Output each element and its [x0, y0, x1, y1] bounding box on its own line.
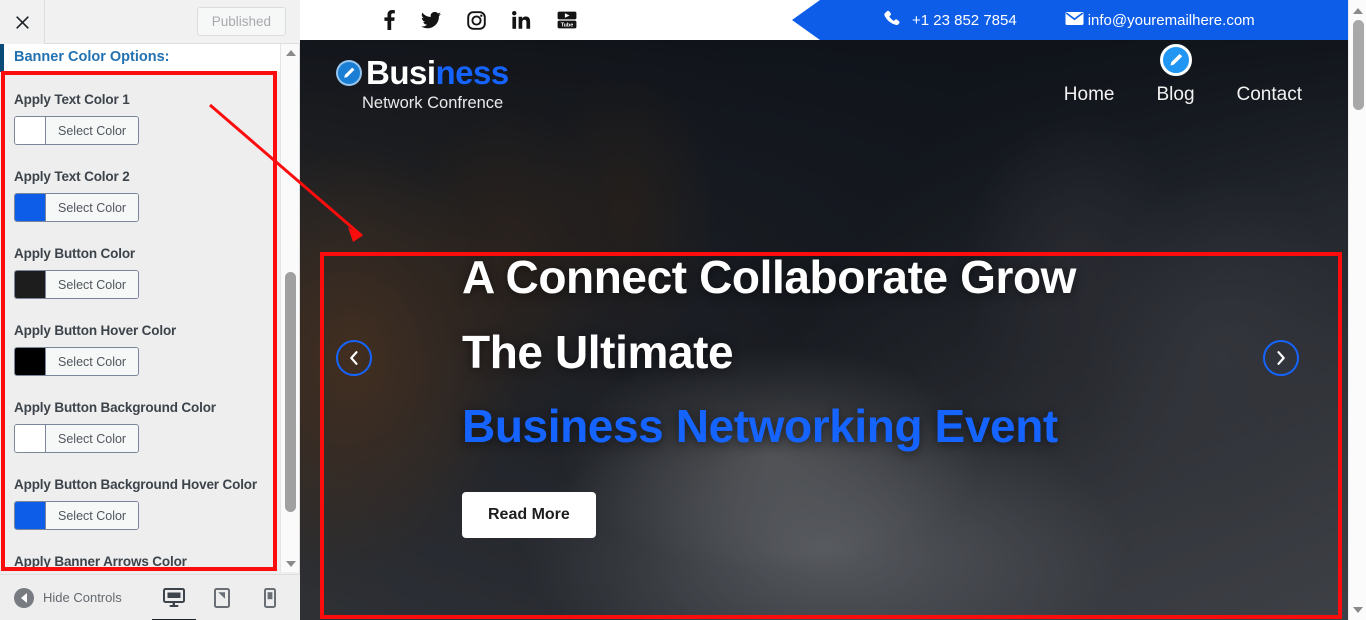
color-swatch[interactable]: [15, 271, 46, 298]
logo-tagline: Network Confrence: [362, 94, 504, 112]
carousel-prev-icon[interactable]: [336, 340, 372, 376]
color-picker-text-2[interactable]: Select Color: [14, 193, 140, 222]
nav-item-label: Blog: [1156, 84, 1195, 105]
select-color-label: Select Color: [46, 502, 139, 529]
site-topbar: Tube +1 23 852 7854 info@youremailhere.c…: [300, 0, 1348, 40]
twitter-icon[interactable]: [421, 11, 441, 29]
hero-heading-line1: A Connect Collaborate Grow: [462, 251, 1077, 303]
select-color-label: Select Color: [46, 348, 139, 375]
hide-controls-button[interactable]: Hide Controls: [0, 587, 162, 608]
color-field-text-2: Apply Text Color 2 Select Color: [0, 169, 281, 226]
color-field-button-bg-hover: Apply Button Background Hover Color Sele…: [0, 477, 281, 534]
color-picker-button-bg-hover[interactable]: Select Color: [14, 501, 140, 530]
select-color-label: Select Color: [46, 271, 139, 298]
close-icon[interactable]: [0, 0, 45, 44]
panel-scrollbar[interactable]: [280, 44, 299, 572]
phone-contact[interactable]: +1 23 852 7854: [884, 10, 1017, 30]
scroll-up-icon[interactable]: [1349, 2, 1366, 19]
desktop-icon[interactable]: [152, 586, 196, 620]
nav-menu: Home Blog Contact: [1064, 40, 1302, 124]
facebook-icon[interactable]: [384, 10, 395, 30]
nav-item-contact[interactable]: Contact: [1237, 58, 1302, 106]
envelope-icon: [1065, 11, 1084, 30]
customizer-panel: Published Banner Color Options: Apply Te…: [0, 0, 300, 620]
section-title-label: Banner Color Options:: [14, 49, 170, 65]
hero-heading-line3: Business Networking Event: [462, 400, 1058, 453]
phone-icon: [884, 10, 900, 30]
hero-banner: Business Network Confrence Home Blog Con…: [300, 40, 1348, 620]
device-preview-switcher: [152, 586, 300, 620]
site-logo[interactable]: Business Network Confrence: [336, 56, 509, 113]
select-color-label: Select Color: [46, 117, 139, 144]
hero-content: A Connect Collaborate Grow The Ultimate …: [462, 240, 1202, 538]
customizer-fields: Apply Text Color 1 Select Color Apply Te…: [0, 72, 281, 572]
nav-item-blog[interactable]: Blog: [1156, 44, 1195, 106]
field-label: Apply Banner Arrows Color: [14, 554, 187, 569]
customizer-screen: Published Banner Color Options: Apply Te…: [0, 0, 1366, 620]
phone-number: +1 23 852 7854: [912, 11, 1017, 29]
select-color-label: Select Color: [46, 425, 139, 452]
color-field-button-bg: Apply Button Background Color Select Col…: [0, 400, 281, 457]
logo-row: Business: [336, 56, 509, 89]
tablet-icon[interactable]: [210, 586, 234, 610]
linkedin-icon[interactable]: [512, 11, 531, 29]
read-more-button[interactable]: Read More: [462, 491, 596, 538]
color-picker-button[interactable]: Select Color: [14, 270, 140, 299]
color-picker-text-1[interactable]: Select Color: [14, 116, 140, 145]
browser-scrollbar[interactable]: [1348, 0, 1366, 620]
edit-pencil-icon[interactable]: [336, 59, 362, 86]
nav-item-home[interactable]: Home: [1064, 58, 1115, 106]
edit-pencil-icon[interactable]: [1159, 44, 1192, 76]
color-picker-button-hover[interactable]: Select Color: [14, 347, 140, 376]
collapse-left-icon: [14, 587, 34, 608]
social-links: Tube: [384, 0, 577, 40]
scrollbar-thumb[interactable]: [1353, 20, 1364, 110]
color-field-banner-arrows: Apply Banner Arrows Color Select Color: [0, 554, 281, 572]
header-spacer: [45, 0, 197, 43]
scroll-down-icon[interactable]: [1349, 601, 1366, 618]
logo-text-part1: Busi: [366, 54, 436, 91]
hide-controls-label: Hide Controls: [43, 590, 122, 605]
scroll-down-icon[interactable]: [281, 555, 300, 572]
color-swatch[interactable]: [15, 117, 46, 144]
nav-item-label: Home: [1063, 84, 1115, 105]
logo-text-part2: ness: [435, 54, 510, 91]
site-preview: Tube +1 23 852 7854 info@youremailhere.c…: [300, 0, 1348, 620]
field-label: Apply Text Color 2: [14, 169, 130, 184]
select-color-label: Select Color: [46, 194, 139, 221]
topbar-contact: +1 23 852 7854 info@youremailhere.com: [792, 0, 1348, 40]
scrollbar-thumb[interactable]: [285, 272, 296, 512]
color-swatch[interactable]: [15, 502, 46, 529]
field-label: Apply Button Color: [14, 246, 136, 261]
color-swatch[interactable]: [15, 194, 46, 221]
color-swatch[interactable]: [15, 348, 46, 375]
scroll-up-icon[interactable]: [281, 44, 300, 61]
color-field-button-hover: Apply Button Hover Color Select Color: [0, 323, 281, 380]
field-label: Apply Button Hover Color: [14, 323, 177, 338]
color-field-text-1: Apply Text Color 1 Select Color: [0, 92, 281, 149]
email-contact[interactable]: info@youremailhere.com: [1065, 11, 1255, 30]
instagram-icon[interactable]: [467, 10, 486, 30]
color-swatch[interactable]: [15, 425, 46, 452]
field-label: Apply Button Background Color: [14, 400, 216, 415]
customizer-footer: Hide Controls: [0, 574, 300, 620]
email-address: info@youremailhere.com: [1087, 11, 1255, 29]
customizer-header: Published: [0, 0, 300, 44]
carousel-next-icon[interactable]: [1263, 340, 1299, 376]
color-field-button: Apply Button Color Select Color: [0, 246, 281, 303]
field-label: Apply Button Background Hover Color: [14, 477, 258, 492]
nav-item-label: Contact: [1236, 84, 1302, 105]
field-label: Apply Text Color 1: [14, 92, 130, 107]
hero-heading: A Connect Collaborate Grow The Ultimate …: [462, 240, 1202, 464]
section-title: Banner Color Options:: [0, 44, 281, 72]
published-button[interactable]: Published: [196, 7, 286, 36]
site-navbar: Business Network Confrence Home Blog Con…: [300, 40, 1348, 124]
hero-heading-line2: The Ultimate: [462, 325, 734, 378]
youtube-icon[interactable]: Tube: [557, 11, 577, 29]
logo-text: Business: [366, 56, 509, 89]
color-picker-button-bg[interactable]: Select Color: [14, 424, 140, 453]
mobile-icon[interactable]: [258, 586, 282, 610]
svg-text:Tube: Tube: [561, 22, 573, 28]
